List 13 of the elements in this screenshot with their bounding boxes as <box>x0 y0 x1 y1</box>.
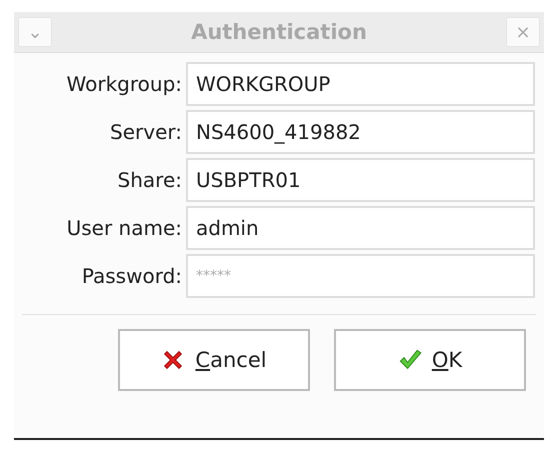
field-label: Server: <box>109 120 182 144</box>
field-label: Share: <box>116 168 182 192</box>
field-label: Password: <box>80 264 182 288</box>
field-label: Workgroup: <box>66 72 182 96</box>
input-field[interactable]: WORKGROUP <box>186 62 535 106</box>
cancel-button[interactable]: Cancel <box>118 329 310 391</box>
field-label: User name: <box>66 216 182 240</box>
input-field[interactable]: USBPTR01 <box>186 158 535 202</box>
window-title: Authentication <box>191 20 367 44</box>
input-field[interactable]: NS4600_419882 <box>186 110 535 154</box>
checkmark-icon <box>398 348 422 372</box>
input-field[interactable]: admin <box>186 206 535 250</box>
ok-button[interactable]: OK <box>334 329 526 391</box>
